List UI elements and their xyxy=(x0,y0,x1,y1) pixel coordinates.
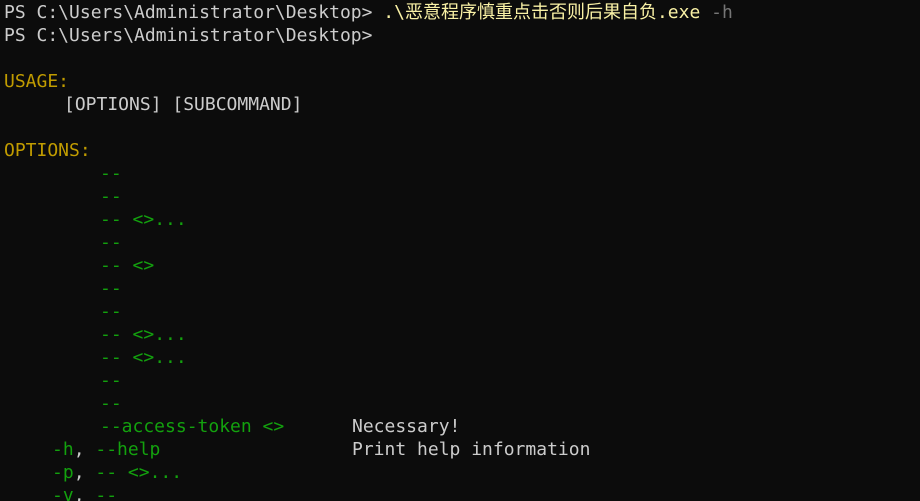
option-sep: , xyxy=(73,485,96,501)
option-row: -- xyxy=(4,369,920,392)
option-row: -- xyxy=(4,185,920,208)
option-arg: <>... xyxy=(121,209,187,230)
option-flag: -- xyxy=(100,324,122,345)
option-arg: <> xyxy=(251,416,285,437)
option-arg: <>... xyxy=(121,324,187,345)
usage-text: [OPTIONS] [SUBCOMMAND] xyxy=(64,94,303,115)
command-text: .\恶意程序慎重点击否则后果自负.exe xyxy=(383,2,701,23)
option-flag: -- xyxy=(100,232,122,253)
option-flag: -- xyxy=(95,485,118,501)
option-flag: --help xyxy=(95,439,161,460)
option-flag: -- xyxy=(100,393,122,414)
option-short: -v xyxy=(52,485,74,501)
option-row-p: -p, -- <>... xyxy=(4,461,920,484)
option-sep: , xyxy=(73,462,96,483)
option-row: -- xyxy=(4,392,920,415)
prompt-path: PS C:\Users\Administrator\Desktop> xyxy=(4,25,373,46)
option-row: -- <>... xyxy=(4,323,920,346)
terminal-window[interactable]: PS C:\Users\Administrator\Desktop> .\恶意程… xyxy=(0,0,920,501)
options-heading: OPTIONS: xyxy=(4,139,920,162)
usage-heading-text: USAGE: xyxy=(4,71,70,92)
option-row: -- xyxy=(4,231,920,254)
option-row: -- <>... xyxy=(4,208,920,231)
option-flag: -- xyxy=(100,278,122,299)
option-flag: -- xyxy=(100,370,122,391)
option-arg: <> xyxy=(121,255,155,276)
option-row: -- <>... xyxy=(4,346,920,369)
prompt-path: PS C:\Users\Administrator\Desktop> xyxy=(4,2,384,23)
option-desc: Print help information xyxy=(352,439,591,460)
option-row-access-token: --access-token <> Necessary! xyxy=(4,415,920,438)
option-row: -- <> xyxy=(4,254,920,277)
option-flag: -- xyxy=(100,163,122,184)
option-short: -h xyxy=(52,439,74,460)
option-row: -- xyxy=(4,300,920,323)
option-short: -p xyxy=(52,462,74,483)
option-row-v: -v, -- xyxy=(4,484,920,501)
option-flag: -- xyxy=(100,301,122,322)
option-flag: -- xyxy=(100,186,122,207)
option-flag: -- xyxy=(100,209,122,230)
option-row: -- xyxy=(4,277,920,300)
option-arg: <>... xyxy=(121,347,187,368)
option-flag: --access-token xyxy=(100,416,252,437)
option-arg: <>... xyxy=(117,462,183,483)
option-sep: , xyxy=(73,439,96,460)
prompt-line-2: PS C:\Users\Administrator\Desktop> xyxy=(4,24,920,47)
option-flag: -- xyxy=(100,347,122,368)
option-row-help: -h, --help Print help information xyxy=(4,438,920,461)
option-flag: -- xyxy=(95,462,118,483)
option-desc: Necessary! xyxy=(352,416,461,437)
option-flag: -- xyxy=(100,255,122,276)
options-list: -- -- -- <>... -- -- <> -- -- -- <>... -… xyxy=(4,162,920,501)
option-row: -- xyxy=(4,162,920,185)
prompt-line-1: PS C:\Users\Administrator\Desktop> .\恶意程… xyxy=(4,1,920,24)
options-heading-text: OPTIONS: xyxy=(4,140,91,161)
usage-line: [OPTIONS] [SUBCOMMAND] xyxy=(4,93,920,116)
command-flag: -h xyxy=(700,2,733,23)
usage-heading: USAGE: xyxy=(4,70,920,93)
